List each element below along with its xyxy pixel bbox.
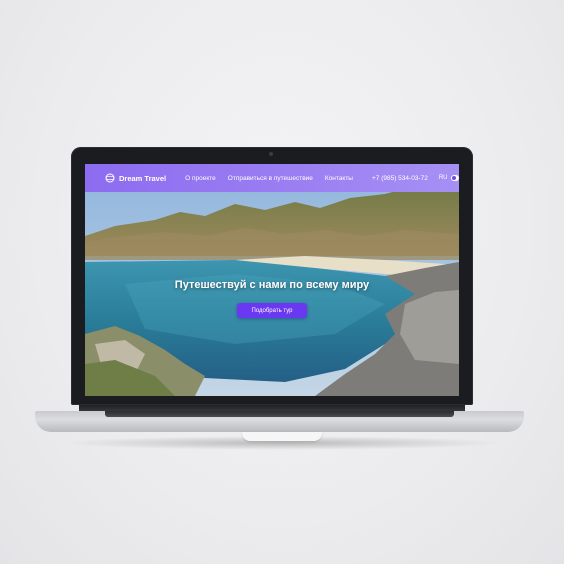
globe-icon — [105, 173, 115, 183]
hero-headline: Путешествуй с нами по всему миру — [174, 279, 370, 291]
phone-number[interactable]: +7 (985) 534-03-72 — [372, 175, 428, 182]
nav-link-travel[interactable]: Отправиться в путешествие — [228, 175, 313, 182]
trackpad-notch — [242, 432, 322, 441]
laptop-mockup: Dream Travel О проекте Отправиться в пут… — [0, 0, 564, 564]
language-toggle[interactable] — [450, 175, 459, 181]
laptop-base — [35, 411, 524, 441]
laptop-lid: Dream Travel О проекте Отправиться в пут… — [71, 147, 473, 405]
top-navigation: Dream Travel О проекте Отправиться в пут… — [85, 164, 459, 192]
brand-name: Dream Travel — [119, 173, 167, 183]
nav-link-about[interactable]: О проекте — [185, 175, 216, 182]
nav-link-contacts[interactable]: Контакты — [325, 175, 353, 182]
find-tour-button[interactable]: Подобрать тур — [237, 303, 307, 318]
keyboard-edge — [105, 411, 454, 417]
brand-logo[interactable]: Dream Travel — [105, 173, 166, 183]
webcam — [269, 152, 273, 156]
toggle-knob — [451, 176, 456, 180]
language-label: RU — [438, 175, 448, 181]
laptop-screen: Dream Travel О проекте Отправиться в пут… — [85, 164, 459, 396]
